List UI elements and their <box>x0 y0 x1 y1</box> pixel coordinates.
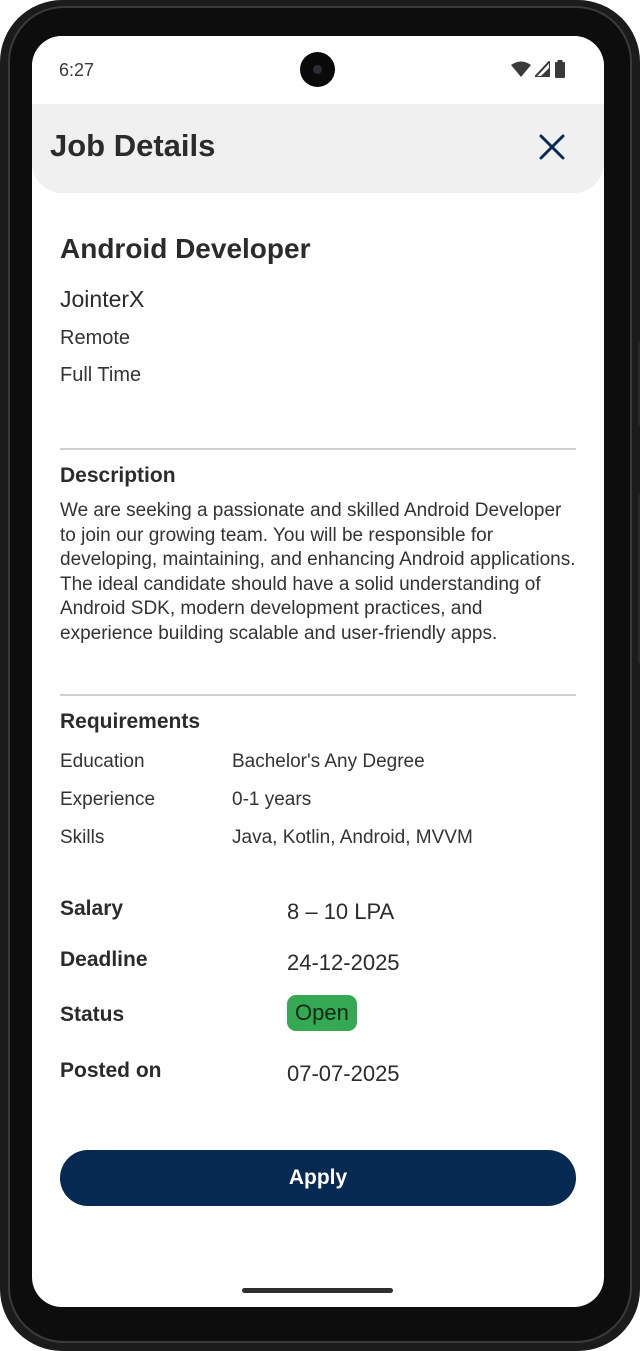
close-icon <box>539 134 565 165</box>
posted-value: 07-07-2025 <box>287 1061 400 1086</box>
salary-label: Salary <box>60 897 124 920</box>
description-text: We are seeking a passionate and skilled … <box>60 500 576 644</box>
job-title: Android Developer <box>60 233 311 264</box>
divider <box>60 694 576 696</box>
deadline-label: Deadline <box>60 948 148 971</box>
phone-frame: 6:27 Job Details Android Developer Joint… <box>0 0 640 1351</box>
salary-value: 8 – 10 LPA <box>287 899 395 924</box>
requirement-value: Bachelor's Any Degree <box>232 751 425 772</box>
company-name: JointerX <box>60 286 145 312</box>
screen: 6:27 Job Details Android Developer Joint… <box>32 36 604 1307</box>
home-indicator[interactable] <box>242 1288 393 1293</box>
status-time: 6:27 <box>59 60 95 80</box>
status-icons <box>511 58 566 83</box>
page-title: Job Details <box>50 128 216 163</box>
requirement-label: Skills <box>60 827 105 848</box>
deadline-value: 24-12-2025 <box>287 950 400 975</box>
divider <box>60 448 576 450</box>
top-app-bar: Job Details <box>32 104 604 193</box>
apply-button[interactable]: Apply <box>60 1150 576 1206</box>
job-location: Remote <box>60 327 131 349</box>
requirement-label: Experience <box>60 789 156 810</box>
status-badge: Open <box>287 995 357 1031</box>
job-type: Full Time <box>60 364 142 386</box>
status-label: Status <box>60 1003 125 1026</box>
requirements-heading: Requirements <box>60 710 201 733</box>
battery-icon <box>554 60 566 83</box>
wifi-icon <box>511 61 531 82</box>
requirement-value: 0-1 years <box>232 789 312 810</box>
front-camera <box>300 52 335 87</box>
close-button[interactable] <box>532 129 572 169</box>
status-bar: 6:27 <box>32 36 604 104</box>
requirement-label: Education <box>60 751 145 772</box>
description-heading: Description <box>60 464 176 487</box>
posted-label: Posted on <box>60 1059 162 1082</box>
requirement-value: Java, Kotlin, Android, MVVM <box>232 827 473 848</box>
signal-icon <box>532 58 551 82</box>
